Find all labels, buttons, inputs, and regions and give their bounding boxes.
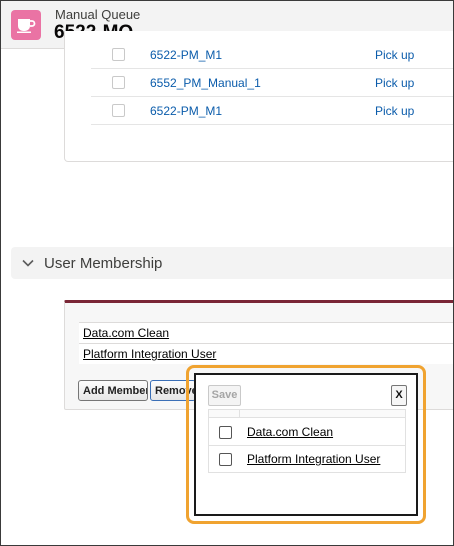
queue-item-link[interactable]: 6522-PM_M1 <box>150 104 222 118</box>
list-item: Platform Integration User <box>79 343 453 364</box>
row-checkbox[interactable] <box>112 48 125 61</box>
chevron-down-icon <box>22 259 34 267</box>
table-row: Data.com Clean <box>209 419 405 446</box>
list-item: Data.com Clean <box>79 322 453 343</box>
add-member-button[interactable]: Add Member <box>78 380 148 401</box>
user-membership-section-toggle[interactable]: User Membership <box>11 247 453 279</box>
member-link[interactable]: Platform Integration User <box>83 347 216 361</box>
table-row: 6522-PM_M1 Pick up <box>91 41 453 69</box>
close-button[interactable]: X <box>391 385 407 406</box>
table-row: 6522-PM_M1 Pick up <box>91 97 453 125</box>
user-link[interactable]: Data.com Clean <box>247 425 333 439</box>
user-checkbox[interactable] <box>219 426 232 439</box>
user-link[interactable]: Platform Integration User <box>247 452 380 466</box>
add-member-popup: Save X Data.com Clean Platform Integrati… <box>194 373 418 516</box>
row-checkbox[interactable] <box>112 76 125 89</box>
page-subtitle: Manual Queue <box>55 7 141 22</box>
pick-up-link[interactable]: Pick up <box>375 104 414 118</box>
pick-up-link[interactable]: Pick up <box>375 76 414 90</box>
row-checkbox[interactable] <box>112 104 125 117</box>
member-link[interactable]: Data.com Clean <box>83 326 169 340</box>
section-title: User Membership <box>44 255 163 272</box>
save-button[interactable]: Save <box>208 385 241 406</box>
table-header <box>209 410 405 418</box>
app-frame: Manual Queue 6522-MQ 6522-PM_M1 Pick up … <box>0 0 454 546</box>
cup-icon <box>11 10 41 40</box>
table-row: 6552_PM_Manual_1 Pick up <box>91 69 453 97</box>
queue-item-link[interactable]: 6552_PM_Manual_1 <box>150 76 261 90</box>
user-table: Data.com Clean Platform Integration User <box>208 409 406 473</box>
pick-up-link[interactable]: Pick up <box>375 48 414 62</box>
table-row: Platform Integration User <box>209 446 405 473</box>
queue-item-link[interactable]: 6522-PM_M1 <box>150 48 222 62</box>
user-checkbox[interactable] <box>219 453 232 466</box>
